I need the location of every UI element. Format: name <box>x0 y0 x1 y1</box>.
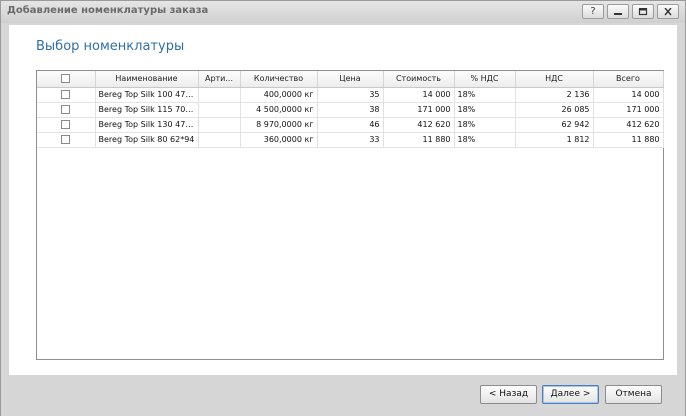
table-row[interactable]: Bereg Top Silk 80 62*94 360,0000 кг 33 1… <box>37 132 664 148</box>
minimize-button[interactable] <box>607 4 629 19</box>
column-header-quantity[interactable]: Количество <box>240 71 318 88</box>
cell-name: Bereg Top Silk 100 47*65 <box>95 87 199 103</box>
row-checkbox[interactable] <box>61 90 71 99</box>
cell-total: 11 880 <box>593 132 664 148</box>
cell-cost: 11 880 <box>383 132 455 148</box>
select-all-header <box>37 71 96 88</box>
column-header-vat-percent[interactable]: % НДС <box>454 71 516 88</box>
row-select-cell <box>37 132 96 148</box>
cell-vat: 1 812 <box>515 132 594 148</box>
back-button[interactable]: < Назад <box>480 385 537 404</box>
cell-quantity: 8 970,0000 кг <box>240 117 318 133</box>
table-row[interactable]: Bereg Top Silk 115 70*... 4 500,0000 кг … <box>37 102 664 118</box>
cell-total: 412 620 <box>593 117 664 133</box>
column-header-cost[interactable]: Стоимость <box>383 71 455 88</box>
window-controls: ? <box>582 4 679 19</box>
table-row[interactable]: Bereg Top Silk 100 47*65 400,0000 кг 35 … <box>37 87 664 103</box>
cell-price: 33 <box>317 132 384 148</box>
content-panel: Выбор номенклатуры Наименование Арти... … <box>9 25 677 375</box>
column-header-total[interactable]: Всего <box>593 71 664 88</box>
cell-vat: 2 136 <box>515 87 594 103</box>
nomenclature-table: Наименование Арти... Количество Цена Сто… <box>37 71 664 148</box>
nomenclature-grid: Наименование Арти... Количество Цена Сто… <box>36 70 664 360</box>
dialog-window: Добавление номенклатуры заказа ? Выбор н… <box>0 0 686 416</box>
maximize-icon <box>638 8 648 16</box>
button-bar: < Назад Далее > Отмена <box>1 376 685 416</box>
close-icon <box>664 8 672 16</box>
cell-cost: 412 620 <box>383 117 455 133</box>
cell-cost: 171 000 <box>383 102 455 118</box>
cell-quantity: 360,0000 кг <box>240 132 318 148</box>
row-select-cell <box>37 117 96 133</box>
cell-price: 46 <box>317 117 384 133</box>
cell-quantity: 4 500,0000 кг <box>240 102 318 118</box>
cell-name: Bereg Top Silk 115 70*... <box>95 102 199 118</box>
cell-vat-percent: 18% <box>454 87 516 103</box>
title-bar[interactable]: Добавление номенклатуры заказа ? <box>1 1 685 23</box>
cell-price: 35 <box>317 87 384 103</box>
cell-vat-percent: 18% <box>454 132 516 148</box>
cell-price: 38 <box>317 102 384 118</box>
close-button[interactable] <box>657 4 679 19</box>
row-select-cell <box>37 102 96 118</box>
page-title: Выбор номенклатуры <box>36 39 185 54</box>
cell-article <box>198 132 241 148</box>
next-button[interactable]: Далее > <box>542 385 599 404</box>
cell-vat: 62 942 <box>515 117 594 133</box>
row-checkbox[interactable] <box>61 120 71 129</box>
cell-total: 171 000 <box>593 102 664 118</box>
table-header-row: Наименование Арти... Количество Цена Сто… <box>37 71 664 88</box>
cell-quantity: 400,0000 кг <box>240 87 318 103</box>
cancel-button[interactable]: Отмена <box>605 385 662 404</box>
cell-name: Bereg Top Silk 80 62*94 <box>95 132 199 148</box>
column-header-name[interactable]: Наименование <box>95 71 199 88</box>
cell-cost: 14 000 <box>383 87 455 103</box>
cell-name: Bereg Top Silk 130 47*65 <box>95 117 199 133</box>
cell-total: 14 000 <box>593 87 664 103</box>
cell-vat-percent: 18% <box>454 102 516 118</box>
row-select-cell <box>37 87 96 103</box>
cell-article <box>198 117 241 133</box>
cell-article <box>198 102 241 118</box>
column-header-article[interactable]: Арти... <box>198 71 241 88</box>
table-row[interactable]: Bereg Top Silk 130 47*65 8 970,0000 кг 4… <box>37 117 664 133</box>
select-all-checkbox[interactable] <box>61 74 71 84</box>
row-checkbox[interactable] <box>61 135 71 144</box>
cell-vat-percent: 18% <box>454 117 516 133</box>
minimize-icon <box>614 13 622 15</box>
help-button[interactable]: ? <box>582 4 604 19</box>
maximize-button[interactable] <box>632 4 654 19</box>
window-title: Добавление номенклатуры заказа <box>7 5 209 16</box>
column-header-price[interactable]: Цена <box>317 71 384 88</box>
cell-article <box>198 87 241 103</box>
column-header-vat[interactable]: НДС <box>515 71 594 88</box>
row-checkbox[interactable] <box>61 105 71 114</box>
cell-vat: 26 085 <box>515 102 594 118</box>
